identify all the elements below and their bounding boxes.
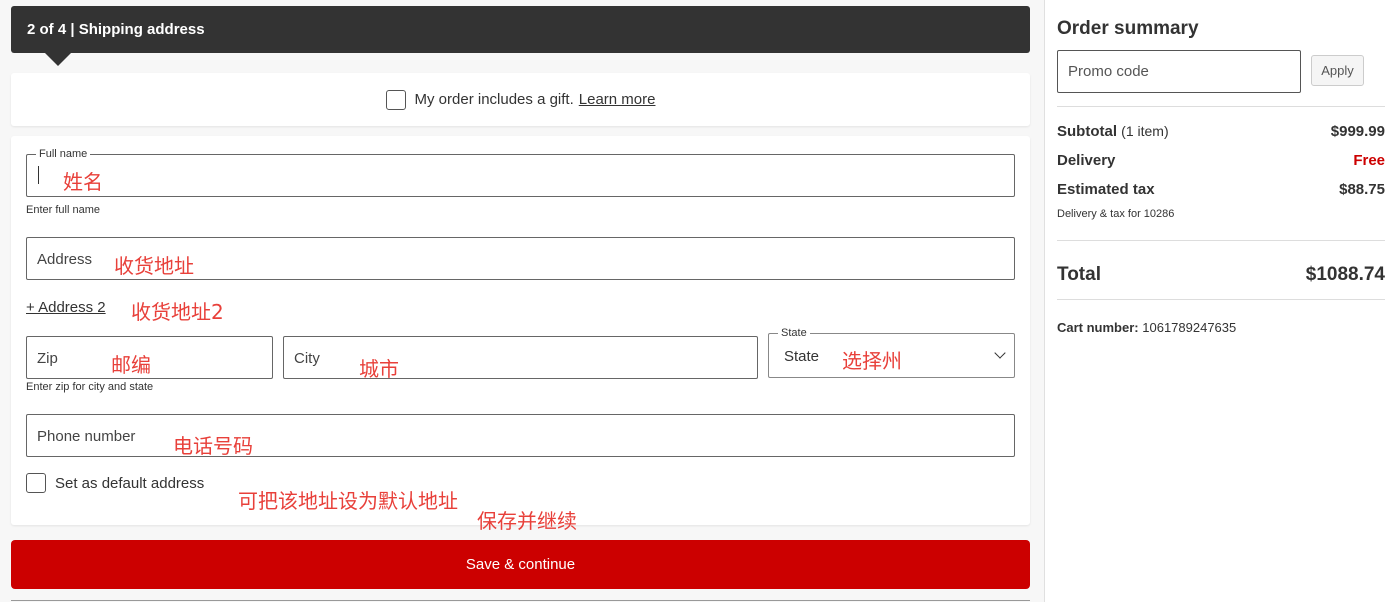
learn-more-link[interactable]: Learn more — [579, 91, 656, 108]
city-placeholder: City — [294, 350, 320, 367]
full-name-legend: Full name — [36, 148, 91, 160]
tax-value: $88.75 — [1339, 181, 1385, 198]
address-annotation: 收货地址 — [114, 254, 194, 278]
cart-label: Cart number: — [1057, 320, 1139, 335]
divider — [1057, 299, 1385, 300]
divider — [1057, 240, 1385, 241]
default-address-row[interactable]: Set as default address — [26, 473, 204, 493]
state-annotation: 选择州 — [842, 349, 902, 373]
shipping-form: Full name 姓名 Enter full name Address 收货地… — [11, 136, 1030, 525]
step-title: 2 of 4 | Shipping address — [27, 21, 205, 38]
default-annotation: 可把该地址设为默认地址 — [238, 489, 458, 513]
divider — [11, 600, 1030, 601]
add-address2-link[interactable]: + Address 2 — [26, 299, 106, 316]
phone-placeholder: Phone number — [37, 428, 136, 445]
delivery-row: Delivery Free — [1057, 152, 1385, 169]
default-address-label: Set as default address — [55, 474, 205, 492]
apply-button[interactable]: Apply — [1311, 55, 1364, 86]
cart-value: 1061789247635 — [1142, 320, 1237, 335]
chevron-down-icon — [994, 347, 1006, 359]
promo-placeholder: Promo code — [1068, 63, 1149, 80]
state-legend: State — [778, 327, 810, 339]
subtotal-value: $999.99 — [1330, 123, 1385, 140]
subtotal-row: Subtotal (1 item) $999.99 — [1057, 123, 1385, 140]
zip-hint: Enter zip for city and state — [26, 381, 154, 393]
delivery-value: Free — [1353, 152, 1385, 169]
address2-annotation: 收货地址2 — [131, 300, 224, 324]
step-header: 2 of 4 | Shipping address — [11, 6, 1030, 66]
subtotal-count: (1 item) — [1121, 123, 1169, 139]
order-summary-panel: Order summary Promo code Apply Subtotal … — [1044, 0, 1392, 602]
tax-note: Delivery & tax for 10286 — [1057, 208, 1175, 220]
full-name-hint: Enter full name — [26, 204, 100, 216]
save-continue-button[interactable]: Save & continue — [11, 540, 1030, 589]
order-summary-title: Order summary — [1057, 18, 1199, 39]
city-input[interactable]: City — [283, 336, 758, 379]
save-annotation: 保存并继续 — [477, 509, 577, 533]
total-label: Total — [1057, 264, 1101, 285]
tax-label: Estimated tax — [1057, 181, 1155, 198]
zip-placeholder: Zip — [37, 350, 58, 367]
full-name-annotation: 姓名 — [63, 170, 103, 194]
state-value: State — [784, 348, 820, 365]
gift-label: My order includes a gift. — [414, 91, 574, 108]
gift-checkbox[interactable] — [385, 89, 406, 110]
subtotal-label: Subtotal — [1057, 123, 1117, 140]
full-name-input[interactable]: Full name — [26, 148, 1015, 197]
zip-annotation: 邮编 — [111, 353, 151, 377]
cart-number: Cart number: 1061789247635 — [1057, 320, 1236, 335]
default-address-checkbox[interactable] — [26, 473, 46, 493]
city-annotation: 城市 — [359, 357, 399, 381]
text-caret — [38, 166, 39, 184]
phone-annotation: 电话号码 — [173, 434, 253, 458]
total-value: $1088.74 — [1305, 264, 1385, 285]
gift-card: My order includes a gift. Learn more — [11, 73, 1030, 126]
checkout-main: 2 of 4 | Shipping address My order inclu… — [11, 6, 1030, 601]
tax-row: Estimated tax $88.75 — [1057, 181, 1385, 198]
delivery-label: Delivery — [1057, 152, 1116, 169]
address-placeholder: Address — [37, 251, 93, 268]
total-row: Total $1088.74 — [1057, 264, 1385, 286]
promo-code-input[interactable]: Promo code — [1057, 50, 1301, 93]
divider — [1057, 106, 1385, 107]
